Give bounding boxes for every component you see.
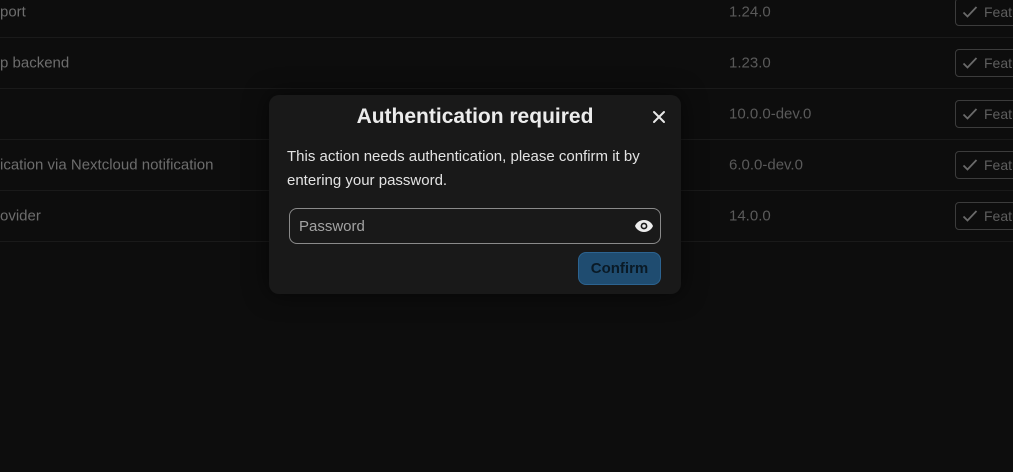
app-name: ovider — [0, 207, 41, 225]
authentication-dialog: Authentication required This action need… — [269, 95, 681, 294]
app-version: 1.23.0 — [729, 54, 771, 72]
checkmark-icon — [962, 6, 978, 18]
featured-badge-label: Featured — [984, 208, 1013, 224]
app-name: ication via Nextcloud notification — [0, 156, 214, 174]
featured-badge[interactable]: Featured — [955, 0, 1013, 26]
checkmark-icon — [962, 108, 978, 120]
featured-badge-label: Featured — [984, 4, 1013, 20]
featured-badge[interactable]: Featured — [955, 100, 1013, 128]
app-root: port 1.24.0 Featured p backend 1.23.0 Fe… — [0, 0, 1013, 472]
app-version: 6.0.0-dev.0 — [729, 156, 803, 174]
featured-badge-label: Featured — [984, 55, 1013, 71]
app-version: 10.0.0-dev.0 — [729, 105, 812, 123]
eye-icon — [635, 220, 653, 232]
toggle-password-visibility-button[interactable] — [633, 217, 655, 235]
dialog-title: Authentication required — [356, 105, 594, 128]
password-input[interactable] — [299, 209, 619, 243]
checkmark-icon — [962, 210, 978, 222]
confirm-button[interactable]: Confirm — [578, 252, 661, 285]
featured-badge[interactable]: Featured — [955, 151, 1013, 179]
featured-badge[interactable]: Featured — [955, 202, 1013, 230]
app-version: 1.24.0 — [729, 3, 771, 21]
featured-badge-label: Featured — [984, 157, 1013, 173]
app-version: 14.0.0 — [729, 207, 771, 225]
password-field[interactable] — [289, 208, 661, 244]
close-button[interactable] — [649, 107, 669, 127]
checkmark-icon — [962, 57, 978, 69]
checkmark-icon — [962, 159, 978, 171]
close-icon — [653, 111, 665, 123]
app-name: port — [0, 3, 26, 21]
app-name: p backend — [0, 54, 70, 72]
app-row[interactable]: p backend 1.23.0 Featured — [0, 38, 1013, 89]
app-row[interactable]: port 1.24.0 Featured — [0, 0, 1013, 38]
featured-badge[interactable]: Featured — [955, 49, 1013, 77]
featured-badge-label: Featured — [984, 106, 1013, 122]
dialog-description: This action needs authentication, please… — [287, 148, 640, 189]
